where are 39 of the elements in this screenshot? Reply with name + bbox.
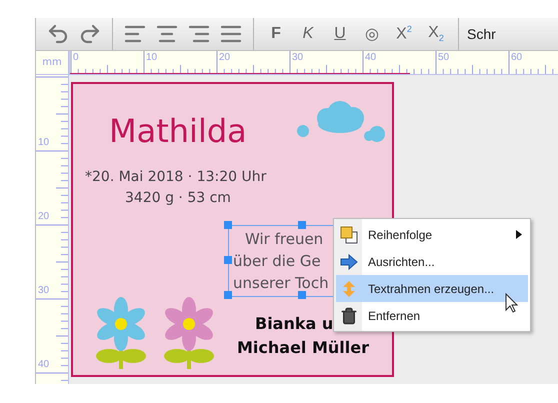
- ruler-label: 50: [438, 52, 450, 63]
- resize-handle[interactable]: [298, 291, 306, 299]
- ruler-label: 30: [292, 52, 304, 63]
- ruler-label: 0: [73, 52, 79, 63]
- resize-handle[interactable]: [224, 256, 232, 264]
- message-line: unserer Toch: [233, 273, 329, 294]
- ruler-label: 10: [38, 137, 50, 148]
- arrow-right-icon: [340, 252, 358, 270]
- message-line: Wir freuen: [244, 229, 324, 250]
- underline-button[interactable]: U: [326, 21, 354, 47]
- card-title: Mathilda: [109, 112, 247, 150]
- ruler-label: 20: [38, 211, 50, 222]
- ruler-label: 40: [365, 52, 376, 63]
- ruler-label: 20: [219, 52, 230, 63]
- layers-icon: [340, 226, 358, 244]
- font-field[interactable]: Schr: [459, 26, 496, 42]
- resize-handle[interactable]: [224, 221, 232, 229]
- birth-date: *20. Mai 2018 · 13:20 Uhr: [85, 169, 266, 185]
- ruler-label: 10: [146, 52, 158, 63]
- message-line: über die Ge: [233, 251, 321, 272]
- menu-item[interactable]: Entfernen: [336, 302, 528, 329]
- signature-line: Michael Müller: [237, 338, 370, 357]
- ruler-label: 60: [511, 52, 522, 63]
- ruler-label: 40: [38, 359, 50, 370]
- mouse-pointer-icon: [505, 293, 519, 313]
- signature-line: Bianka u: [255, 314, 334, 333]
- ruler-label: 30: [38, 285, 50, 296]
- outline-button[interactable]: ◎: [358, 21, 386, 47]
- bold-button[interactable]: F: [262, 21, 290, 47]
- italic-button[interactable]: K: [294, 21, 322, 47]
- trash-icon: [340, 306, 358, 324]
- subscript-button[interactable]: X$_{2}$: [422, 21, 450, 47]
- redo-icon: [78, 22, 102, 46]
- resize-handle[interactable]: [224, 291, 232, 299]
- superscript-button[interactable]: X$^{2}$: [390, 21, 418, 47]
- menu-item[interactable]: Textrahmen erzeugen...: [336, 275, 528, 302]
- resize-handle[interactable]: [298, 221, 306, 229]
- undo-icon: [46, 22, 70, 46]
- birth-measures: 3420 g · 53 cm: [125, 190, 231, 206]
